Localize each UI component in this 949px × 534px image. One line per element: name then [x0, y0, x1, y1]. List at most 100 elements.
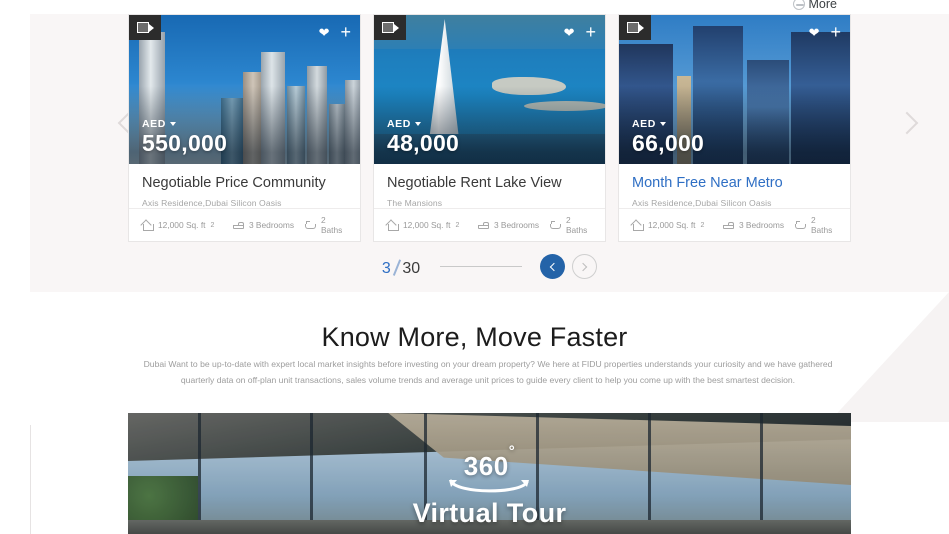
video-camera-icon[interactable] — [374, 15, 406, 40]
add-plus-icon[interactable]: + — [830, 23, 841, 41]
meta-bedrooms-label: 3 Bedrooms — [738, 220, 785, 230]
chevron-down-icon — [414, 122, 421, 127]
total-pages: 30 — [402, 259, 421, 277]
chevron-left-icon — [549, 262, 559, 271]
price-block: AED 48,000 — [387, 118, 459, 156]
currency-label: AED — [142, 117, 166, 130]
tour-caption: 360° Virtual Tour — [128, 443, 851, 529]
section-title: Know More, Move Faster — [321, 322, 628, 352]
meta-bedrooms: 3 Bedrooms — [722, 220, 795, 230]
bath-icon — [794, 220, 806, 230]
price-value: 550,000 — [142, 129, 228, 156]
favorite-heart-icon[interactable]: ❤ — [809, 26, 820, 39]
property-meta: 12,000 Sq. ft 2 3 Bedrooms 2 Baths — [619, 208, 850, 241]
chevron-right-icon — [895, 111, 919, 135]
meta-area-label: 12,000 Sq. ft — [648, 220, 696, 230]
tour-degrees-symbol: ° — [508, 443, 516, 461]
pagination-prev-button[interactable] — [540, 254, 566, 279]
pagination-track — [440, 266, 523, 267]
add-plus-icon[interactable]: + — [585, 23, 596, 41]
decorative-wedge — [829, 292, 949, 422]
property-title[interactable]: Negotiable Rent Lake View — [387, 175, 592, 192]
area-home-icon — [387, 220, 399, 231]
page-separator — [392, 258, 401, 276]
more-button[interactable]: More — [792, 0, 837, 11]
chevron-right-icon — [578, 262, 588, 271]
page-root: More ❤ + AED 550,000 Negotiable Price Co… — [0, 0, 949, 534]
bed-icon — [232, 220, 244, 230]
meta-baths-label: 2 Baths — [320, 215, 343, 235]
meta-area-unit-sup: 2 — [700, 221, 705, 229]
property-location: The Mansions — [387, 198, 443, 209]
currency-label: AED — [387, 117, 411, 130]
meta-area-unit-sup: 2 — [455, 221, 460, 229]
property-title[interactable]: Negotiable Price Community — [142, 175, 347, 192]
carousel-pagination: 3 30 — [30, 254, 949, 279]
property-photo: ❤ + AED 550,000 — [129, 15, 360, 164]
meta-area: 12,000 Sq. ft 2 — [387, 220, 478, 231]
chevron-down-icon — [659, 122, 666, 127]
meta-baths-label: 2 Baths — [810, 215, 833, 235]
property-location: Axis Residence,Dubai Silicon Oasis — [632, 198, 772, 209]
more-dots-icon — [792, 0, 805, 10]
property-photo: ❤ + AED 48,000 — [374, 15, 605, 164]
video-camera-icon[interactable] — [129, 15, 161, 40]
property-card[interactable]: ❤ + AED 48,000 Negotiable Rent Lake View… — [373, 14, 606, 242]
section-paragraph: Dubai Want to be up-to-date with expert … — [143, 359, 833, 385]
add-plus-icon[interactable]: + — [340, 23, 351, 41]
meta-area-label: 12,000 Sq. ft — [158, 220, 206, 230]
meta-baths-label: 2 Baths — [565, 215, 588, 235]
know-more-section: Know More, Move Faster Dubai Want to be … — [0, 292, 949, 534]
favorite-heart-icon[interactable]: ❤ — [319, 26, 330, 39]
left-divider-line — [30, 425, 31, 534]
meta-bedrooms-label: 3 Bedrooms — [248, 220, 295, 230]
property-card[interactable]: ❤ + AED 66,000 Month Free Near Metro Axi… — [618, 14, 851, 242]
currency-selector[interactable]: AED — [387, 118, 459, 130]
property-card[interactable]: ❤ + AED 550,000 Negotiable Price Communi… — [128, 14, 361, 242]
property-photo: ❤ + AED 66,000 — [619, 15, 850, 164]
browser-more-strip: More — [0, 0, 949, 14]
meta-area-unit-sup: 2 — [210, 221, 215, 229]
property-location: Axis Residence,Dubai Silicon Oasis — [142, 198, 282, 209]
currency-label: AED — [632, 117, 656, 130]
tour-degrees: 360° — [449, 443, 530, 493]
meta-area: 12,000 Sq. ft 2 — [632, 220, 723, 231]
meta-area: 12,000 Sq. ft 2 — [142, 220, 233, 231]
card-body: Negotiable Price Community Axis Residenc… — [129, 164, 360, 208]
pagination-next-button[interactable] — [572, 254, 598, 279]
meta-baths: 2 Baths — [549, 215, 592, 235]
bath-icon — [304, 220, 316, 230]
meta-baths: 2 Baths — [794, 215, 837, 235]
current-page: 3 — [381, 259, 391, 277]
video-camera-glyph — [136, 22, 154, 33]
meta-bedrooms-label: 3 Bedrooms — [493, 220, 540, 230]
favorite-heart-icon[interactable]: ❤ — [564, 26, 575, 39]
listings-section: ❤ + AED 550,000 Negotiable Price Communi… — [30, 0, 949, 292]
carousel-next-arrow[interactable] — [895, 109, 919, 143]
more-button-label: More — [808, 0, 837, 11]
meta-baths: 2 Baths — [304, 215, 347, 235]
bed-icon — [722, 220, 734, 230]
price-block: AED 66,000 — [632, 118, 704, 156]
area-home-icon — [632, 220, 644, 231]
card-actions: ❤ + — [319, 23, 351, 41]
bed-icon — [477, 220, 489, 230]
video-camera-glyph — [626, 22, 644, 33]
meta-area-label: 12,000 Sq. ft — [403, 220, 451, 230]
currency-selector[interactable]: AED — [632, 118, 704, 130]
video-camera-icon[interactable] — [619, 15, 651, 40]
currency-selector[interactable]: AED — [142, 118, 227, 130]
tour-label: Virtual Tour — [412, 498, 567, 528]
virtual-tour-banner[interactable]: 360° Virtual Tour — [128, 413, 851, 534]
price-value: 66,000 — [632, 129, 705, 156]
price-block: AED 550,000 — [142, 118, 227, 156]
bath-icon — [549, 220, 561, 230]
page-counter: 3 30 — [382, 256, 420, 278]
rotation-arrow-icon — [449, 479, 530, 493]
card-actions: ❤ + — [564, 23, 596, 41]
chevron-down-icon — [169, 122, 176, 127]
property-title[interactable]: Month Free Near Metro — [632, 175, 837, 192]
property-carousel: ❤ + AED 550,000 Negotiable Price Communi… — [128, 14, 851, 242]
video-camera-glyph — [381, 22, 399, 33]
card-body: Negotiable Rent Lake View The Mansions — [374, 164, 605, 208]
